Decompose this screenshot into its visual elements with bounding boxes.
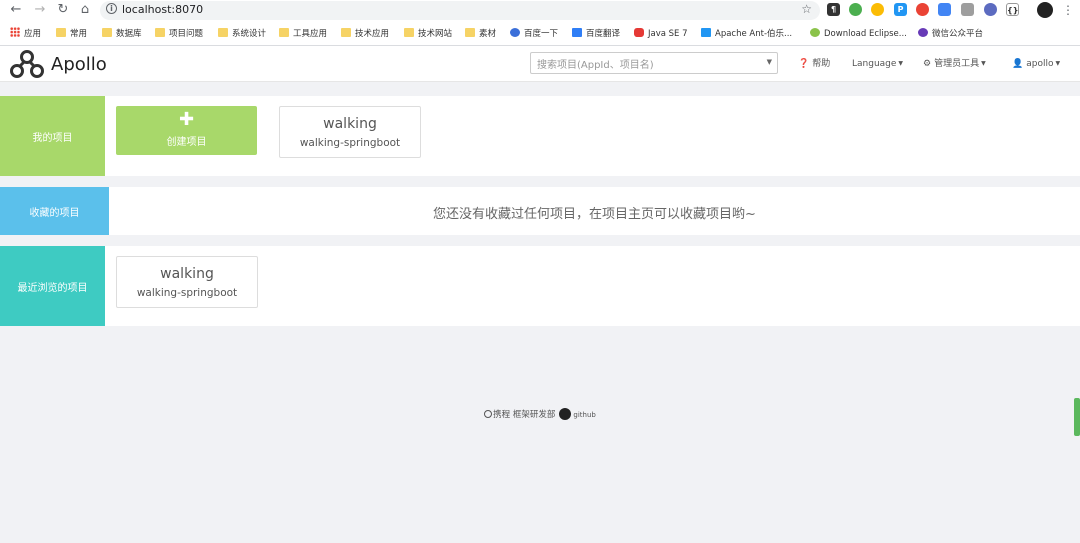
extension-icon-1[interactable]: ¶ [827,3,840,16]
project-card[interactable]: walking walking-springboot [279,106,421,158]
github-icon[interactable] [559,408,572,420]
search-input[interactable] [531,55,751,76]
extension-icon-4[interactable] [916,3,929,16]
footer-company: 携程 [493,410,511,420]
eclipse-icon [810,28,820,37]
project-appid: walking-springboot [299,137,401,149]
favorites-label: 收藏的项目 [0,187,109,235]
forward-icon[interactable]: → [32,2,48,18]
jobbole-icon [701,28,711,37]
chrome-icon[interactable] [871,3,884,16]
extension-icon-2[interactable] [849,3,862,16]
bookmark-item[interactable]: 工具应用 [279,27,327,41]
profile-avatar[interactable] [1037,2,1053,18]
bookmark-apps[interactable]: 应用 [10,27,41,41]
bookmark-item[interactable]: 百度一下 [510,27,558,41]
bookmark-item[interactable]: 数据库 [102,27,142,41]
user-dropdown[interactable]: 👤 apollo ▼ [1012,57,1060,71]
side-widget-handle[interactable] [1074,398,1080,436]
folder-icon [465,28,475,37]
bookmark-item[interactable]: Apache Ant-伯乐... [701,27,792,41]
chevron-down-icon[interactable]: ▼ [767,58,772,66]
translate-icon[interactable] [961,3,974,16]
reload-icon[interactable]: ↻ [55,2,71,18]
project-appid: walking-springboot [136,287,238,299]
project-name: walking [160,266,214,282]
browser-toolbar: ← → ↻ ⌂ i localhost:8070 ☆ ¶ P {} ⋮ [0,0,1080,21]
bookmark-item[interactable]: 技术网站 [404,27,452,41]
folder-icon [155,28,165,37]
bookmark-item[interactable]: 技术应用 [341,27,389,41]
site-info-icon[interactable]: i [106,3,117,14]
my-projects-label: 我的项目 [0,96,105,176]
folder-icon [341,28,351,37]
admin-tools-dropdown[interactable]: ⚙ 管理员工具 ▼ [923,57,986,71]
app-header: Apollo ▼ ❓帮助 Language▼ ⚙管理员工具▼ 👤apollo▼ [0,46,1080,82]
create-project-label: 创建项目 [166,137,207,148]
plus-icon: ✚ [178,109,195,130]
bookmark-item[interactable]: 系统设计 [218,27,266,41]
page-footer: 携程 框架研发部 github [0,408,1080,420]
favorites-empty-message: 您还没有收藏过任何项目，在项目主页可以收藏项目哟~ [433,207,756,222]
home-icon[interactable]: ⌂ [77,2,93,18]
bookmark-item[interactable]: 项目问题 [155,27,203,41]
favorites-section: 收藏的项目 您还没有收藏过任何项目，在项目主页可以收藏项目哟~ [0,187,1080,235]
copyright-icon [484,410,493,418]
recent-projects-label: 最近浏览的项目 [0,246,105,326]
bookmark-item[interactable]: Download Eclipse... [810,27,907,41]
folder-icon [404,28,414,37]
browser-menu-icon[interactable]: ⋮ [1062,2,1074,18]
folder-icon [56,28,66,37]
bookmark-item[interactable]: 常用 [56,27,87,41]
caret-down-icon: ▼ [898,60,904,67]
bookmark-item[interactable]: 百度翻译 [572,27,620,41]
bookmark-item[interactable]: 微信公众平台 [918,27,983,41]
folder-icon [102,28,112,37]
question-circle-icon: ❓ [798,59,810,69]
extension-icon-8[interactable]: {} [1006,3,1019,16]
address-url[interactable]: localhost:8070 [122,3,203,16]
apollo-logo-icon[interactable] [10,49,44,79]
create-project-button[interactable]: ✚ 创建项目 [116,106,257,155]
wechat-link-icon [918,28,928,37]
project-search[interactable]: ▼ [530,52,778,76]
logo-text[interactable]: Apollo [51,54,107,75]
browser-chrome: ← → ↻ ⌂ i localhost:8070 ☆ ¶ P {} ⋮ 应用 常… [0,0,1080,46]
bookmark-star-icon[interactable]: ☆ [801,2,812,16]
caret-down-icon: ▼ [981,60,986,67]
address-bar[interactable]: i localhost:8070 ☆ [100,1,820,20]
bookmark-item[interactable]: 素材 [465,27,496,41]
recent-projects-section: 最近浏览的项目 walking walking-springboot [0,246,1080,326]
extension-icon-7[interactable] [984,3,997,16]
extension-icon-5[interactable] [938,3,951,16]
bookmark-item[interactable]: Java SE 7 [634,27,688,41]
user-icon: 👤 [1012,59,1024,69]
language-dropdown[interactable]: Language ▼ [852,57,903,71]
project-card[interactable]: walking walking-springboot [116,256,258,308]
caret-down-icon: ▼ [1055,60,1061,67]
back-icon[interactable]: ← [8,2,24,18]
baidu-translate-icon [572,28,582,37]
help-link[interactable]: ❓ 帮助 [798,57,830,71]
gear-icon: ⚙ [923,59,932,69]
project-name: walking [323,116,377,132]
baidu-paw-icon [510,28,520,37]
folder-icon [279,28,289,37]
footer-department: 框架研发部 [512,410,556,420]
bookmarks-bar: 应用 常用 数据库 项目问题 系统设计 工具应用 技术应用 技术网站 素材 百度… [0,24,1080,44]
my-projects-section: 我的项目 ✚ 创建项目 walking walking-springboot [0,96,1080,176]
extension-icon-p[interactable]: P [894,3,907,16]
oracle-icon [634,28,644,37]
folder-icon [218,28,228,37]
github-link[interactable]: github [573,411,595,419]
apps-grid-icon [10,27,20,37]
